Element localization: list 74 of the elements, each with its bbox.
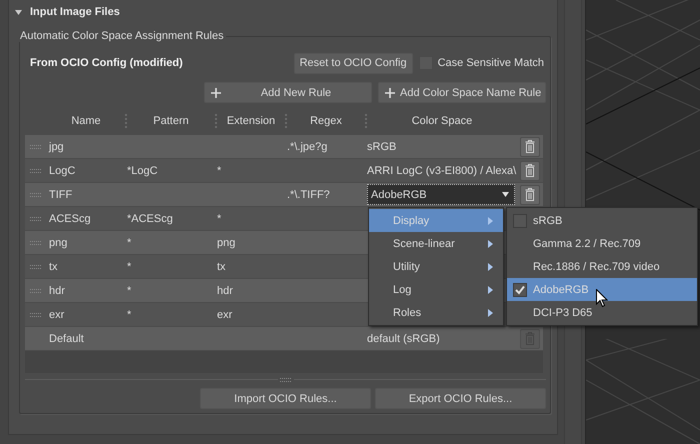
table-cell: *	[127, 284, 132, 296]
table-cell: exr	[49, 308, 64, 320]
delete-button[interactable]	[520, 136, 540, 156]
plus-icon	[210, 86, 222, 98]
trash-icon	[525, 164, 535, 177]
menu-item[interactable]: sRGB	[507, 209, 697, 232]
table-cell: png	[49, 236, 68, 248]
submenu-arrow-icon	[488, 217, 493, 225]
trash-icon	[525, 188, 535, 201]
table-cell: *	[217, 212, 222, 224]
column-header[interactable]: Regex	[285, 114, 365, 128]
splitter-handle-icon[interactable]	[278, 378, 294, 382]
table-cell: tx	[49, 260, 58, 272]
table-cell: default (sRGB)	[367, 332, 440, 344]
mouse-pointer-icon	[596, 289, 608, 308]
menu-item[interactable]: DCI-P3 D65	[507, 301, 697, 324]
group-title: Automatic Color Space Assignment Rules	[19, 30, 225, 42]
column-header[interactable]: Color Space	[365, 114, 517, 128]
menu-item[interactable]: Scene-linear	[369, 232, 503, 255]
case-sensitive-label: Case Sensitive Match	[438, 57, 544, 69]
caret-icon	[502, 192, 509, 197]
footer-button[interactable]: Export OCIO Rules...	[375, 388, 546, 409]
menu-item[interactable]: Rec.1886 / Rec.709 video	[507, 255, 697, 278]
column-header[interactable]: Pattern	[125, 114, 215, 128]
table-cell: LogC	[49, 164, 76, 176]
submenu-arrow-icon	[488, 309, 493, 317]
table-cell: .*\.jpe?g	[287, 140, 328, 152]
trash-icon	[525, 140, 535, 153]
table-cell: *ACEScg	[127, 212, 173, 224]
delete-button[interactable]	[520, 184, 540, 204]
table-cell: TIFF	[49, 188, 72, 200]
table-cell: ARRI LogC (v3-EI800) / Alexa\	[367, 164, 516, 176]
drag-handle-icon[interactable]	[30, 144, 42, 148]
color-space-dropdown[interactable]: AdobeRGB	[367, 184, 515, 205]
rollout-title: Input Image Files	[30, 6, 120, 18]
drag-handle-icon[interactable]	[30, 264, 42, 268]
table-cell: .*\.TIFF?	[287, 188, 330, 200]
menu-item[interactable]: Gamma 2.2 / Rec.709	[507, 232, 697, 255]
drag-handle-icon[interactable]	[30, 168, 42, 172]
menu-item[interactable]: Log	[369, 278, 503, 301]
drag-handle-icon[interactable]	[30, 240, 42, 244]
table-cell: *	[127, 236, 132, 248]
menu-item[interactable]: Utility	[369, 255, 503, 278]
submenu-arrow-icon	[488, 286, 493, 294]
plus-icon	[384, 86, 396, 98]
menu-item[interactable]: Roles	[369, 301, 503, 324]
table-cell: *	[127, 308, 132, 320]
submenu-arrow-icon	[488, 263, 493, 271]
table-cell: *	[127, 260, 132, 272]
drag-handle-icon[interactable]	[30, 288, 42, 292]
table-cell: *LogC	[127, 164, 158, 176]
reset-button[interactable]: Reset to OCIO Config	[294, 52, 413, 74]
column-header[interactable]: Extension	[215, 114, 285, 128]
add-rule-button[interactable]: Add New Rule	[204, 82, 372, 103]
table-cell: png	[217, 236, 236, 248]
drag-handle-icon[interactable]	[30, 312, 42, 316]
submenu-arrow-icon	[488, 240, 493, 248]
table-cell: Default	[49, 332, 84, 344]
table-cell: tx	[217, 260, 226, 272]
collapse-triangle-icon[interactable]	[14, 8, 23, 16]
table-cell: sRGB	[367, 140, 396, 152]
table-cell: jpg	[49, 140, 64, 152]
table-cell: hdr	[217, 284, 233, 296]
delete-button[interactable]	[520, 160, 540, 180]
footer-button[interactable]: Import OCIO Rules...	[200, 388, 371, 409]
table-cell: ACEScg	[49, 212, 91, 224]
table-cell: hdr	[49, 284, 65, 296]
source-label: From OCIO Config (modified)	[30, 57, 184, 69]
table-cell: *	[217, 164, 222, 176]
drag-handle-icon[interactable]	[30, 216, 42, 220]
column-header[interactable]: Name	[47, 114, 125, 128]
drag-handle-icon[interactable]	[30, 192, 42, 196]
add-rule-button[interactable]: Add Color Space Name Rule	[378, 82, 546, 103]
table-cell: exr	[217, 308, 232, 320]
